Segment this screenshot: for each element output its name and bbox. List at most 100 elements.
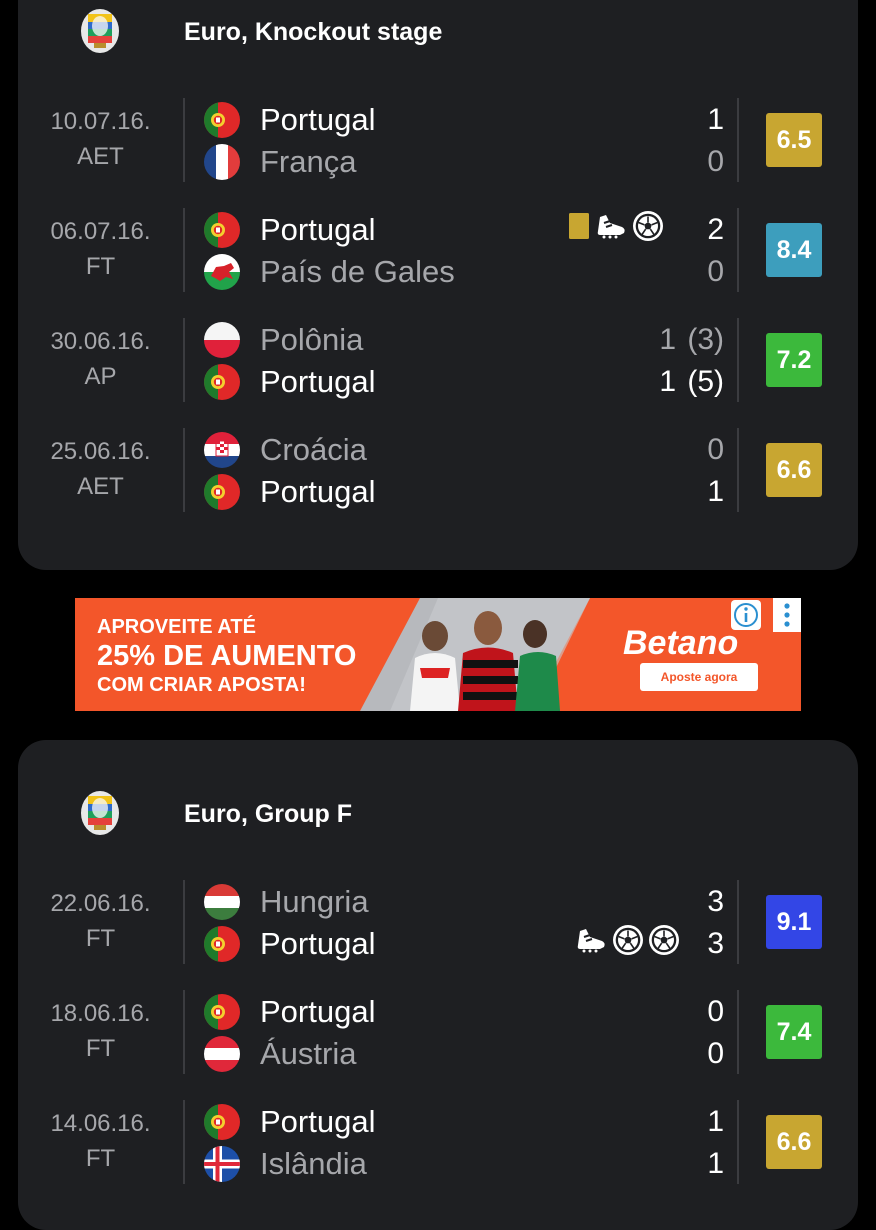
- league-title: Euro, Knockout stage: [184, 18, 443, 46]
- portugal-flag-icon: [204, 212, 240, 248]
- team-name: Portugal: [260, 364, 376, 399]
- match-row[interactable]: 25.06.16. AET Croácia 0 Portugal 1 6.6: [18, 428, 858, 514]
- match-status: AET: [77, 473, 124, 500]
- match-date-text: 30.06.16.: [50, 328, 151, 355]
- advertisement-banner[interactable]: APROVEITE ATÉ 25% DE AUMENTO COM CRIAR A…: [75, 598, 801, 711]
- assist-boot-icon: [574, 925, 608, 960]
- score-value: 1: [707, 1105, 724, 1138]
- croatia-flag-icon: [204, 432, 240, 468]
- team-name: Áustria: [260, 1036, 357, 1071]
- group-f-card: Euro, Group F 22.06.16. FT Hungria 3 Portuga…: [18, 740, 858, 1230]
- match-row[interactable]: 22.06.16. FT Hungria 3 Portugal 3 9.1: [18, 880, 858, 966]
- team-name: Portugal: [260, 212, 376, 247]
- player-rating-badge: 6.6: [766, 443, 822, 497]
- match-date-text: 22.06.16.: [50, 890, 151, 917]
- ad-info-icon[interactable]: [731, 600, 761, 630]
- match-date: 30.06.16. AP: [18, 324, 183, 394]
- team-away: Portugal 1: [204, 472, 744, 512]
- player-rating-badge: 6.6: [766, 1115, 822, 1169]
- team-score: 1 (3): [659, 322, 724, 358]
- match-date-text: 14.06.16.: [50, 1110, 151, 1137]
- knockout-stage-card: Euro, Knockout stage 10.07.16. AET Portuga…: [18, 0, 858, 570]
- match-row[interactable]: 06.07.16. FT Portugal 2 País de Gales 0 8.4: [18, 208, 858, 294]
- ad-cta-button[interactable]: Aposte agora: [640, 663, 758, 691]
- league-header[interactable]: Euro, Group F: [18, 782, 858, 842]
- match-date: 14.06.16. FT: [18, 1106, 183, 1176]
- team-score: 1 (5): [659, 364, 724, 400]
- yellow-card-icon: [568, 212, 590, 245]
- france-flag-icon: [204, 144, 240, 180]
- goal-ball-icon: [632, 210, 664, 247]
- ad-more-options-icon[interactable]: [773, 598, 801, 632]
- team-away: País de Gales 0: [204, 252, 744, 292]
- score-value: 0: [707, 255, 724, 288]
- match-status: FT: [85, 925, 116, 952]
- player-rating-badge: 9.1: [766, 895, 822, 949]
- divider: [183, 208, 185, 292]
- team-home: Portugal 0: [204, 992, 744, 1032]
- match-status: FT: [85, 1145, 116, 1172]
- player-rating-badge: 7.4: [766, 1005, 822, 1059]
- team-name: Islândia: [260, 1146, 367, 1181]
- match-date: 10.07.16. AET: [18, 104, 183, 174]
- team-score: 1: [707, 102, 724, 138]
- divider: [183, 98, 185, 182]
- ad-line3: COM CRIAR APOSTA!: [97, 674, 306, 696]
- match-date: 25.06.16. AET: [18, 434, 183, 504]
- score-value: 3: [707, 927, 724, 960]
- match-row[interactable]: 18.06.16. FT Portugal 0 Áustria 0 7.4: [18, 990, 858, 1076]
- team-score: 1: [707, 474, 724, 510]
- team-home: Portugal 2: [204, 210, 744, 250]
- team-score: 1: [707, 1104, 724, 1140]
- euro-trophy-icon: [81, 9, 119, 53]
- player-rating-badge: 8.4: [766, 223, 822, 277]
- match-status: AET: [77, 143, 124, 170]
- match-row[interactable]: 14.06.16. FT Portugal 1 Islândia 1 6.6: [18, 1100, 858, 1186]
- ad-line2: 25% DE AUMENTO: [97, 640, 357, 672]
- league-header[interactable]: Euro, Knockout stage: [18, 0, 858, 60]
- team-home: Polônia 1 (3): [204, 320, 744, 360]
- team-score: 0: [707, 254, 724, 290]
- team-away: Portugal 3: [204, 924, 744, 964]
- match-date: 18.06.16. FT: [18, 996, 183, 1066]
- team-home: Portugal 1: [204, 1102, 744, 1142]
- poland-flag-icon: [204, 322, 240, 358]
- team-score: 0: [707, 144, 724, 180]
- team-score: 3: [707, 884, 724, 920]
- score-value: 1: [707, 103, 724, 136]
- team-name: Polônia: [260, 322, 364, 357]
- player-rating-badge: 7.2: [766, 333, 822, 387]
- penalty-score: (3): [687, 323, 724, 356]
- match-row[interactable]: 10.07.16. AET Portugal 1 França 0 6.5: [18, 98, 858, 184]
- score-value: 0: [707, 995, 724, 1028]
- team-score: 1: [707, 1146, 724, 1182]
- portugal-flag-icon: [204, 1104, 240, 1140]
- player-rating-badge: 6.5: [766, 113, 822, 167]
- ad-headline: APROVEITE ATÉ 25% DE AUMENTO COM CRIAR A…: [97, 614, 356, 698]
- score-value: 0: [707, 145, 724, 178]
- iceland-flag-icon: [204, 1146, 240, 1182]
- team-name: Portugal: [260, 1104, 376, 1139]
- team-home: Portugal 1: [204, 100, 744, 140]
- portugal-flag-icon: [204, 102, 240, 138]
- match-row[interactable]: 30.06.16. AP Polônia 1 (3) Portugal 1 (5) 7.2: [18, 318, 858, 404]
- team-away: Portugal 1 (5): [204, 362, 744, 402]
- match-events: [574, 924, 680, 960]
- match-date: 06.07.16. FT: [18, 214, 183, 284]
- team-score: 0: [707, 432, 724, 468]
- match-status: FT: [85, 1035, 116, 1062]
- divider: [183, 428, 185, 512]
- team-name: Portugal: [260, 102, 376, 137]
- divider: [183, 1100, 185, 1184]
- divider: [183, 318, 185, 402]
- euro-trophy-icon: [81, 791, 119, 835]
- wales-flag-icon: [204, 254, 240, 290]
- match-date-text: 10.07.16.: [50, 108, 151, 135]
- austria-flag-icon: [204, 1036, 240, 1072]
- team-away: Islândia 1: [204, 1144, 744, 1184]
- match-date-text: 06.07.16.: [50, 218, 151, 245]
- score-value: 1: [707, 1147, 724, 1180]
- team-name: Hungria: [260, 884, 369, 919]
- score-value: 2: [707, 213, 724, 246]
- match-events: [568, 210, 664, 246]
